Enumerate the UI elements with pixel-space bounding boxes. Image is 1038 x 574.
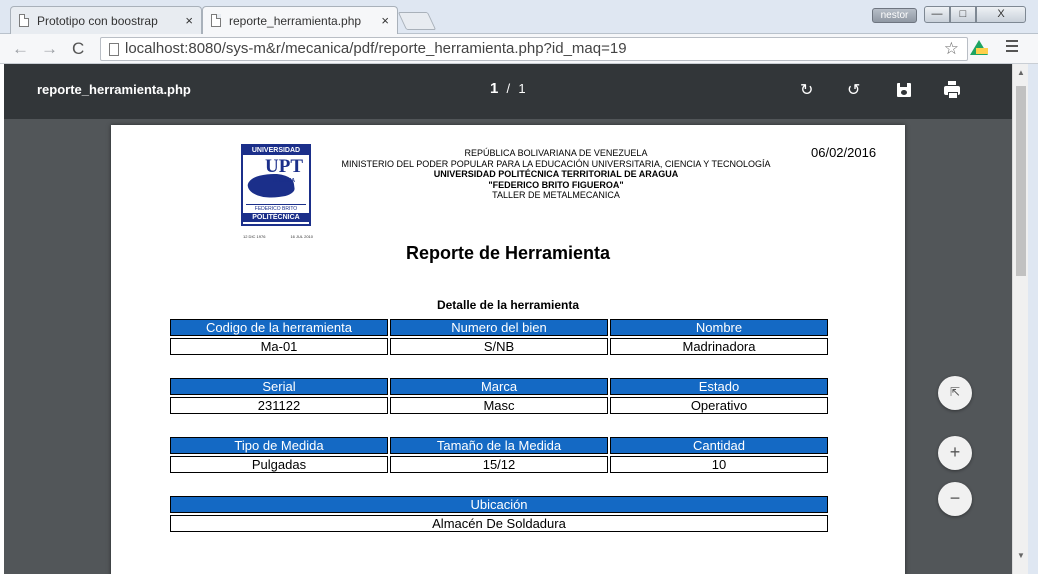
table-header: Codigo de la herramienta <box>170 319 388 336</box>
maximize-button[interactable]: □ <box>950 6 976 23</box>
total-pages: 1 <box>518 81 526 96</box>
scroll-down-arrow-icon[interactable]: ▼ <box>1017 551 1025 560</box>
logo-region: ARAGUA <box>273 178 295 184</box>
logo-dates: 12 DIC 1976 16 JUL 2010 <box>243 234 313 239</box>
rotate-clockwise-icon[interactable]: ↻ <box>800 80 813 100</box>
page-icon <box>211 14 221 27</box>
page-icon <box>19 14 29 27</box>
zoom-in-button[interactable]: + <box>938 436 972 470</box>
logo-text: UNIVERSIDAD <box>243 146 309 155</box>
print-icon[interactable] <box>944 81 960 99</box>
report-date: 06/02/2016 <box>811 145 877 160</box>
header-line: UNIVERSIDAD POLITÉCNICA TERRITORIAL DE A… <box>433 169 679 179</box>
browser-toolbar: ← → C localhost:8080/sys-m&r/mecanica/pd… <box>0 34 1038 64</box>
google-drive-icon[interactable] <box>970 40 988 55</box>
page-icon <box>109 43 119 56</box>
table-cell: 10 <box>610 456 828 473</box>
table-header: Estado <box>610 378 828 395</box>
scroll-up-arrow-icon[interactable]: ▲ <box>1017 68 1025 77</box>
rotate-counterclockwise-icon[interactable]: ↺ <box>847 80 860 100</box>
report-title: Reporte de Herramienta <box>405 243 611 263</box>
vertical-scrollbar[interactable]: ▲ ▼ <box>1012 64 1028 574</box>
page-separator: / <box>506 81 511 96</box>
section-title: Detalle de la herramienta <box>436 298 580 312</box>
bookmark-star-icon[interactable]: ☆ <box>944 38 959 60</box>
detail-table-4: Ubicación Almacén De Soldadura <box>170 496 828 532</box>
reload-icon[interactable]: C <box>72 39 84 59</box>
table-header: Serial <box>170 378 388 395</box>
table-cell: Ma-01 <box>170 338 388 355</box>
logo-banner: FEDERICO BRITO FIGUEROA <box>246 204 306 220</box>
tab-label: Prototipo con boostrap <box>37 13 158 28</box>
page-indicator: 1 / 1 <box>490 80 526 97</box>
table-cell: 231122 <box>170 397 388 414</box>
current-page[interactable]: 1 <box>490 80 498 97</box>
close-window-button[interactable]: X <box>976 6 1026 23</box>
table-cell: Masc <box>390 397 608 414</box>
header-line: MINISTERIO DEL PODER POPULAR PARA LA EDU… <box>341 158 771 169</box>
table-header: Tipo de Medida <box>170 437 388 454</box>
fit-to-page-button[interactable]: ⇱ <box>938 376 972 410</box>
table-header: Marca <box>390 378 608 395</box>
detail-table-3: Tipo de Medida Tamaño de la Medida Canti… <box>170 437 828 473</box>
detail-table-2: Serial Marca Estado 231122 Masc Operativ… <box>170 378 828 414</box>
close-tab-icon[interactable]: × <box>381 13 389 28</box>
pdf-page: UNIVERSIDAD UPT ARAGUA FEDERICO BRITO FI… <box>111 125 905 574</box>
table-cell: Operativo <box>610 397 828 414</box>
table-header: Ubicación <box>170 496 828 513</box>
zoom-out-button[interactable]: − <box>938 482 972 516</box>
institution-header: REPÚBLICA BOLIVARIANA DE VENEZUELA MINIS… <box>316 148 796 201</box>
pdf-document-title: reporte_herramienta.php <box>37 82 191 97</box>
tab-reporte[interactable]: reporte_herramienta.php × <box>202 6 398 34</box>
pdf-toolbar: reporte_herramienta.php 1 / 1 ↻ ↺ <box>4 64 1012 119</box>
pdf-viewer: reporte_herramienta.php 1 / 1 ↻ ↺ UNIVER… <box>4 64 1012 574</box>
table-header: Tamaño de la Medida <box>390 437 608 454</box>
header-line: REPÚBLICA BOLIVARIANA DE VENEZUELA <box>464 148 648 158</box>
forward-arrow-icon[interactable]: → <box>41 39 58 59</box>
window-frame <box>1028 64 1038 574</box>
detail-table-1: Codigo de la herramienta Numero del bien… <box>170 319 828 355</box>
back-arrow-icon[interactable]: ← <box>12 39 29 59</box>
table-cell: 15/12 <box>390 456 608 473</box>
table-cell: Almacén De Soldadura <box>170 515 828 532</box>
table-header: Cantidad <box>610 437 828 454</box>
browser-title-bar: Prototipo con boostrap × reporte_herrami… <box>0 0 1038 34</box>
university-logo: UNIVERSIDAD UPT ARAGUA FEDERICO BRITO FI… <box>241 144 313 239</box>
address-bar[interactable]: localhost:8080/sys-m&r/mecanica/pdf/repo… <box>100 37 968 61</box>
tab-label: reporte_herramienta.php <box>229 13 362 28</box>
logo-text: POLITÉCNICA <box>243 213 309 222</box>
scrollbar-thumb[interactable] <box>1016 86 1026 276</box>
tab-prototipo[interactable]: Prototipo con boostrap × <box>10 6 202 34</box>
user-profile-badge[interactable]: nestor <box>872 8 917 23</box>
table-cell: Pulgadas <box>170 456 388 473</box>
table-header: Numero del bien <box>390 319 608 336</box>
save-icon[interactable] <box>897 83 911 97</box>
close-tab-icon[interactable]: × <box>185 13 193 28</box>
table-cell: Madrinadora <box>610 338 828 355</box>
header-line: TALLER DE METALMECANICA <box>492 190 620 200</box>
table-cell: S/NB <box>390 338 608 355</box>
table-header: Nombre <box>610 319 828 336</box>
new-tab-button[interactable] <box>397 12 437 30</box>
browser-menu-icon[interactable] <box>1006 40 1018 55</box>
minimize-button[interactable]: — <box>924 6 950 23</box>
url-text: localhost:8080/sys-m&r/mecanica/pdf/repo… <box>125 40 627 57</box>
header-line: "FEDERICO BRITO FIGUEROA" <box>488 179 624 190</box>
